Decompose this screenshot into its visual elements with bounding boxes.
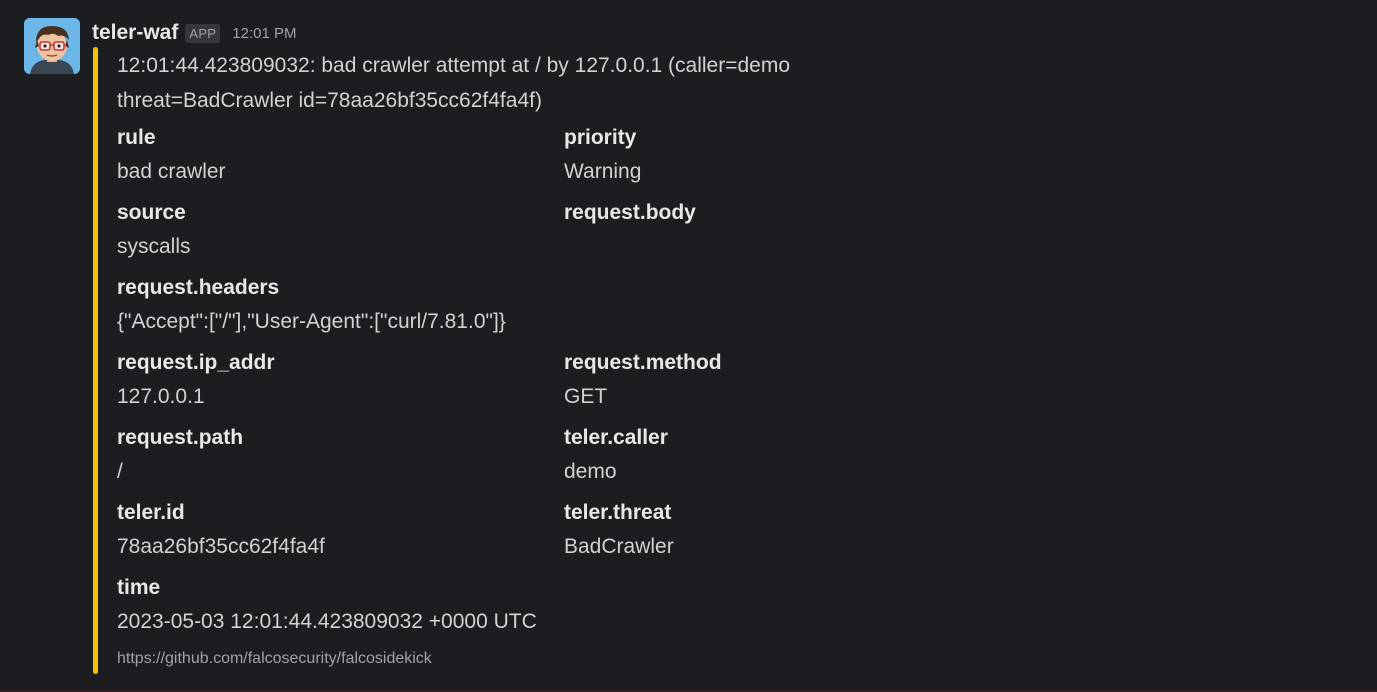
field-title: time bbox=[117, 576, 161, 599]
field-value: {"Accept":["/"],"User-Agent":["curl/7.81… bbox=[117, 310, 506, 333]
field-title: request.ip_addr bbox=[117, 351, 275, 374]
slack-message-view: teler-waf APP 12:01 PM 12:01:44.42380903… bbox=[0, 0, 1377, 692]
field-title: teler.caller bbox=[564, 426, 668, 449]
field-title: source bbox=[117, 201, 186, 224]
field-value: / bbox=[117, 460, 123, 483]
field-request-ip-addr: request.ip_addr 127.0.0.1 bbox=[117, 346, 564, 421]
field-title: teler.id bbox=[117, 501, 185, 524]
field-title: teler.threat bbox=[564, 501, 672, 524]
attachment-color-bar bbox=[93, 47, 98, 674]
field-source: source syscalls bbox=[117, 196, 564, 271]
message-header: teler-waf APP 12:01 PM bbox=[92, 18, 297, 48]
field-value: Warning bbox=[564, 160, 642, 183]
attachment: 12:01:44.423809032: bad crawler attempt … bbox=[117, 47, 1077, 668]
message-timestamp[interactable]: 12:01 PM bbox=[232, 25, 296, 42]
field-title: request.path bbox=[117, 426, 244, 449]
field-title: request.method bbox=[564, 351, 722, 374]
pretext-line: 12:01:44.423809032: bad crawler attempt … bbox=[117, 54, 791, 77]
attachment-fields: rule bad crawler priority Warning source… bbox=[117, 121, 1077, 646]
field-teler-id: teler.id 78aa26bf35cc62f4fa4f bbox=[117, 496, 564, 571]
field-value: 2023-05-03 12:01:44.423809032 +0000 UTC bbox=[117, 610, 537, 633]
field-rule: rule bad crawler bbox=[117, 121, 564, 196]
field-title: rule bbox=[117, 126, 156, 149]
field-title: request.headers bbox=[117, 276, 280, 299]
field-request-body: request.body bbox=[564, 196, 1011, 271]
field-value: syscalls bbox=[117, 235, 191, 258]
field-request-headers: request.headers {"Accept":["/"],"User-Ag… bbox=[117, 271, 1011, 346]
pretext-line: threat=BadCrawler id=78aa26bf35cc62f4fa4… bbox=[117, 89, 542, 112]
field-value: BadCrawler bbox=[564, 535, 674, 558]
cartoon-face-with-glasses-icon bbox=[24, 18, 80, 74]
attachment-footer: https://github.com/falcosecurity/falcosi… bbox=[117, 650, 432, 667]
field-request-path: request.path / bbox=[117, 421, 564, 496]
field-request-method: request.method GET bbox=[564, 346, 1011, 421]
field-value: GET bbox=[564, 385, 608, 408]
field-value: demo bbox=[564, 460, 617, 483]
field-value: 78aa26bf35cc62f4fa4f bbox=[117, 535, 325, 558]
field-value: bad crawler bbox=[117, 160, 226, 183]
field-title: priority bbox=[564, 126, 637, 149]
field-priority: priority Warning bbox=[564, 121, 1011, 196]
attachment-pretext: 12:01:44.423809032: bad crawler attempt … bbox=[117, 48, 1077, 118]
field-time: time 2023-05-03 12:01:44.423809032 +0000… bbox=[117, 571, 1011, 646]
field-teler-caller: teler.caller demo bbox=[564, 421, 1011, 496]
field-value: 127.0.0.1 bbox=[117, 385, 205, 408]
app-badge: APP bbox=[185, 23, 221, 43]
avatar[interactable] bbox=[24, 18, 80, 74]
sender-name[interactable]: teler-waf bbox=[92, 21, 178, 45]
field-title: request.body bbox=[564, 201, 696, 224]
field-teler-threat: teler.threat BadCrawler bbox=[564, 496, 1011, 571]
